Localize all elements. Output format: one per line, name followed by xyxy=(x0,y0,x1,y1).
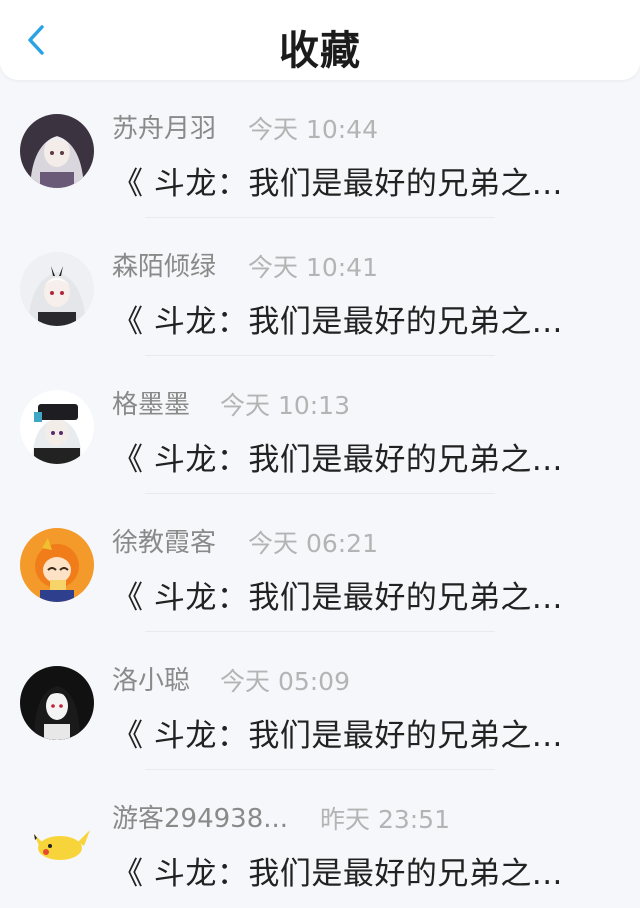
user-name: 格墨墨 xyxy=(112,390,191,420)
post-title[interactable]: 《 斗龙：我们是最好的兄弟之... xyxy=(112,848,563,893)
user-avatar[interactable] xyxy=(20,390,94,464)
user-name: 森陌倾绿 xyxy=(112,252,217,282)
user-avatar[interactable] xyxy=(20,114,94,188)
post-title[interactable]: 《 斗龙：我们是最好的兄弟之... xyxy=(112,434,563,479)
timestamp: 今天 10:13 xyxy=(220,391,350,420)
list-item[interactable]: 苏舟月羽 今天 10:44 《 斗龙：我们是最好的兄弟之... xyxy=(0,80,640,218)
post-title[interactable]: 《 斗龙：我们是最好的兄弟之... xyxy=(112,572,563,617)
list-item[interactable]: 格墨墨 今天 10:13 《 斗龙：我们是最好的兄弟之... xyxy=(0,356,640,494)
top-bar: 收藏 xyxy=(0,0,640,80)
favorites-list: 苏舟月羽 今天 10:44 《 斗龙：我们是最好的兄弟之... 森陌倾绿 今天 … xyxy=(0,80,640,908)
list-item[interactable]: 游客294938... 昨天 23:51 《 斗龙：我们是最好的兄弟之... xyxy=(0,770,640,908)
user-avatar[interactable] xyxy=(20,666,94,740)
post-title[interactable]: 《 斗龙：我们是最好的兄弟之... xyxy=(112,710,563,755)
user-avatar[interactable] xyxy=(20,252,94,326)
user-name: 苏舟月羽 xyxy=(112,114,217,144)
page-title: 收藏 xyxy=(279,28,361,74)
timestamp: 今天 06:21 xyxy=(248,529,378,558)
post-title[interactable]: 《 斗龙：我们是最好的兄弟之... xyxy=(112,296,563,341)
list-item[interactable]: 徐教霞客 今天 06:21 《 斗龙：我们是最好的兄弟之... xyxy=(0,494,640,632)
user-avatar[interactable] xyxy=(20,528,94,602)
list-item[interactable]: 森陌倾绿 今天 10:41 《 斗龙：我们是最好的兄弟之... xyxy=(0,218,640,356)
user-name: 洛小聪 xyxy=(112,666,191,696)
user-avatar[interactable] xyxy=(20,804,94,878)
timestamp: 昨天 23:51 xyxy=(320,805,450,834)
list-item[interactable]: 洛小聪 今天 05:09 《 斗龙：我们是最好的兄弟之... xyxy=(0,632,640,770)
user-name: 徐教霞客 xyxy=(112,528,217,558)
timestamp: 今天 10:41 xyxy=(248,253,378,282)
post-title[interactable]: 《 斗龙：我们是最好的兄弟之... xyxy=(112,158,563,203)
user-name: 游客294938... xyxy=(112,804,289,834)
timestamp: 今天 10:44 xyxy=(248,115,378,144)
timestamp: 今天 05:09 xyxy=(220,667,350,696)
